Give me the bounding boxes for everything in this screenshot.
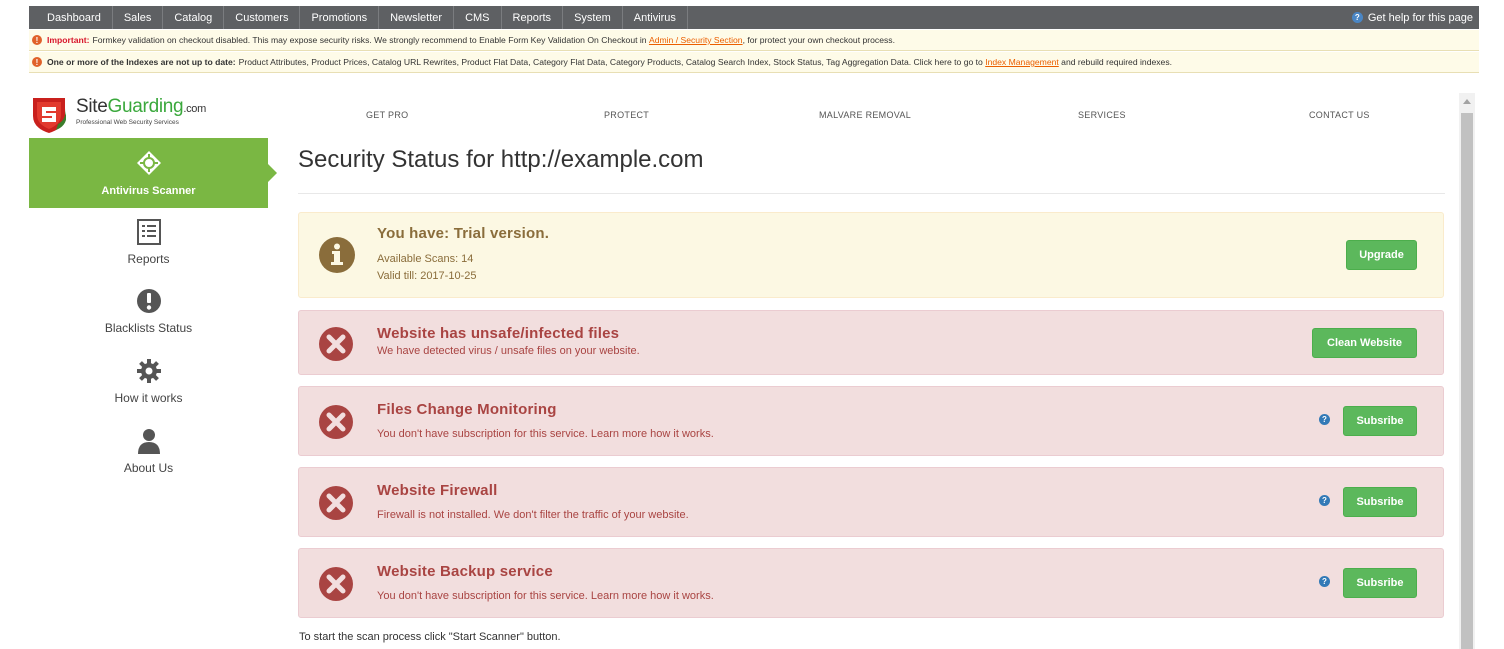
report-list-icon xyxy=(136,219,161,245)
notice-text: Product Attributes, Product Prices, Cata… xyxy=(238,57,983,67)
alert-text: You don't have subscription for this ser… xyxy=(377,428,714,440)
question-icon[interactable]: ? xyxy=(1319,495,1330,506)
admin-security-link[interactable]: Admin / Security Section xyxy=(649,35,743,45)
warning-icon: ! xyxy=(32,57,42,67)
notice-strong: One or more of the Indexes are not up to… xyxy=(47,57,236,67)
valid-till: Valid till: 2017-10-25 xyxy=(377,270,477,282)
menu-customers[interactable]: Customers xyxy=(224,6,301,29)
shield-logo-icon xyxy=(33,98,66,133)
sidebar-item-label: Antivirus Scanner xyxy=(101,185,196,197)
scrollbar-thumb[interactable] xyxy=(1461,113,1473,649)
sidebar-item-label: About Us xyxy=(123,461,174,475)
crosshair-icon xyxy=(137,151,161,175)
logo-name: SiteGuarding.com xyxy=(76,96,206,117)
alert-text: Firewall is not installed. We don't filt… xyxy=(377,509,689,521)
nav-protect[interactable]: PROTECT xyxy=(604,110,649,120)
clean-website-button[interactable]: Clean Website xyxy=(1312,328,1417,358)
user-icon xyxy=(137,429,160,454)
siteguarding-logo[interactable]: SiteGuarding.com Professional Web Securi… xyxy=(30,94,206,134)
sidebar-item-how-it-works[interactable]: How it works xyxy=(29,358,268,405)
admin-topbar: Dashboard Sales Catalog Customers Promot… xyxy=(29,6,1479,29)
subscribe-files-monitoring-button[interactable]: Subsribe xyxy=(1343,406,1417,436)
alert-text: We have detected virus / unsafe files on… xyxy=(377,345,640,357)
website-firewall-card: Website Firewall Firewall is not install… xyxy=(298,467,1444,537)
menu-system[interactable]: System xyxy=(563,6,623,29)
nav-get-pro[interactable]: GET PRO xyxy=(366,110,408,120)
error-circle-icon xyxy=(319,486,353,520)
scroll-up-arrow-icon[interactable] xyxy=(1463,99,1471,104)
notice-strong: Important: xyxy=(47,35,90,45)
sidebar-item-blacklists-status[interactable]: Blacklists Status xyxy=(29,288,268,335)
files-change-monitoring-card: Files Change Monitoring You don't have s… xyxy=(298,386,1444,456)
menu-promotions[interactable]: Promotions xyxy=(300,6,380,29)
nav-services[interactable]: SERVICES xyxy=(1078,110,1126,120)
warning-icon: ! xyxy=(32,35,42,45)
gear-icon xyxy=(136,359,161,383)
menu-sales[interactable]: Sales xyxy=(113,6,164,29)
page-title: Security Status for http://example.com xyxy=(298,146,704,173)
alert-text: You don't have subscription for this ser… xyxy=(377,590,714,602)
alert-title: Website Backup service xyxy=(377,563,553,580)
info-circle-icon xyxy=(319,237,355,273)
trial-title: You have: Trial version. xyxy=(377,225,550,242)
help-label: Get help for this page xyxy=(1367,11,1473,24)
error-circle-icon xyxy=(319,567,353,601)
error-circle-icon xyxy=(319,327,353,361)
exclamation-circle-icon xyxy=(136,289,161,313)
menu-catalog[interactable]: Catalog xyxy=(163,6,225,29)
help-link[interactable]: ? Get help for this page xyxy=(1351,11,1473,24)
alert-title: Website Firewall xyxy=(377,482,498,499)
scrollbar[interactable] xyxy=(1459,93,1475,649)
notice-after: and rebuild required indexes. xyxy=(1061,57,1173,67)
menu-dashboard[interactable]: Dashboard xyxy=(36,6,113,29)
menu-reports[interactable]: Reports xyxy=(502,6,564,29)
nav-malvare-removal[interactable]: MALVARE REMOVAL xyxy=(819,110,911,120)
alert-title: Website has unsafe/infected files xyxy=(377,325,620,342)
alert-title: Files Change Monitoring xyxy=(377,401,557,418)
sidebar-item-label: Reports xyxy=(127,252,170,266)
nav-contact-us[interactable]: CONTACT US xyxy=(1309,110,1370,120)
error-circle-icon xyxy=(319,405,353,439)
sidebar-item-label: Blacklists Status xyxy=(104,321,193,335)
available-scans: Available Scans: 14 xyxy=(377,253,474,265)
trial-status-card: You have: Trial version. Available Scans… xyxy=(298,212,1444,298)
notice-after: , for protect your own checkout process. xyxy=(742,35,895,45)
sidebar-item-reports[interactable]: Reports xyxy=(29,219,268,266)
notice-indexes: ! One or more of the Indexes are not up … xyxy=(29,52,1479,73)
question-circle-icon: ? xyxy=(1351,12,1363,23)
infected-files-card: Website has unsafe/infected files We hav… xyxy=(298,310,1444,375)
notice-text: Formkey validation on checkout disabled.… xyxy=(92,35,647,45)
question-icon[interactable]: ? xyxy=(1319,576,1330,587)
subscribe-backup-button[interactable]: Subsribe xyxy=(1343,568,1417,598)
sidebar-item-antivirus-scanner[interactable]: Antivirus Scanner xyxy=(29,138,277,208)
scan-instruction: To start the scan process click "Start S… xyxy=(299,631,561,643)
notice-formkey: ! Important: Formkey validation on check… xyxy=(29,30,1479,51)
title-divider xyxy=(298,193,1445,194)
question-icon[interactable]: ? xyxy=(1319,414,1330,425)
website-backup-card: Website Backup service You don't have su… xyxy=(298,548,1444,618)
index-management-link[interactable]: Index Management xyxy=(985,57,1059,67)
sidebar-item-about-us[interactable]: About Us xyxy=(29,428,268,475)
sidebar-item-label: How it works xyxy=(114,391,183,405)
logo-tagline: Professional Web Security Services xyxy=(76,119,179,126)
menu-antivirus[interactable]: Antivirus xyxy=(623,6,688,29)
admin-menu: Dashboard Sales Catalog Customers Promot… xyxy=(36,6,688,29)
menu-cms[interactable]: CMS xyxy=(454,6,502,29)
subscribe-firewall-button[interactable]: Subsribe xyxy=(1343,487,1417,517)
menu-newsletter[interactable]: Newsletter xyxy=(379,6,455,29)
upgrade-button[interactable]: Upgrade xyxy=(1346,240,1417,270)
